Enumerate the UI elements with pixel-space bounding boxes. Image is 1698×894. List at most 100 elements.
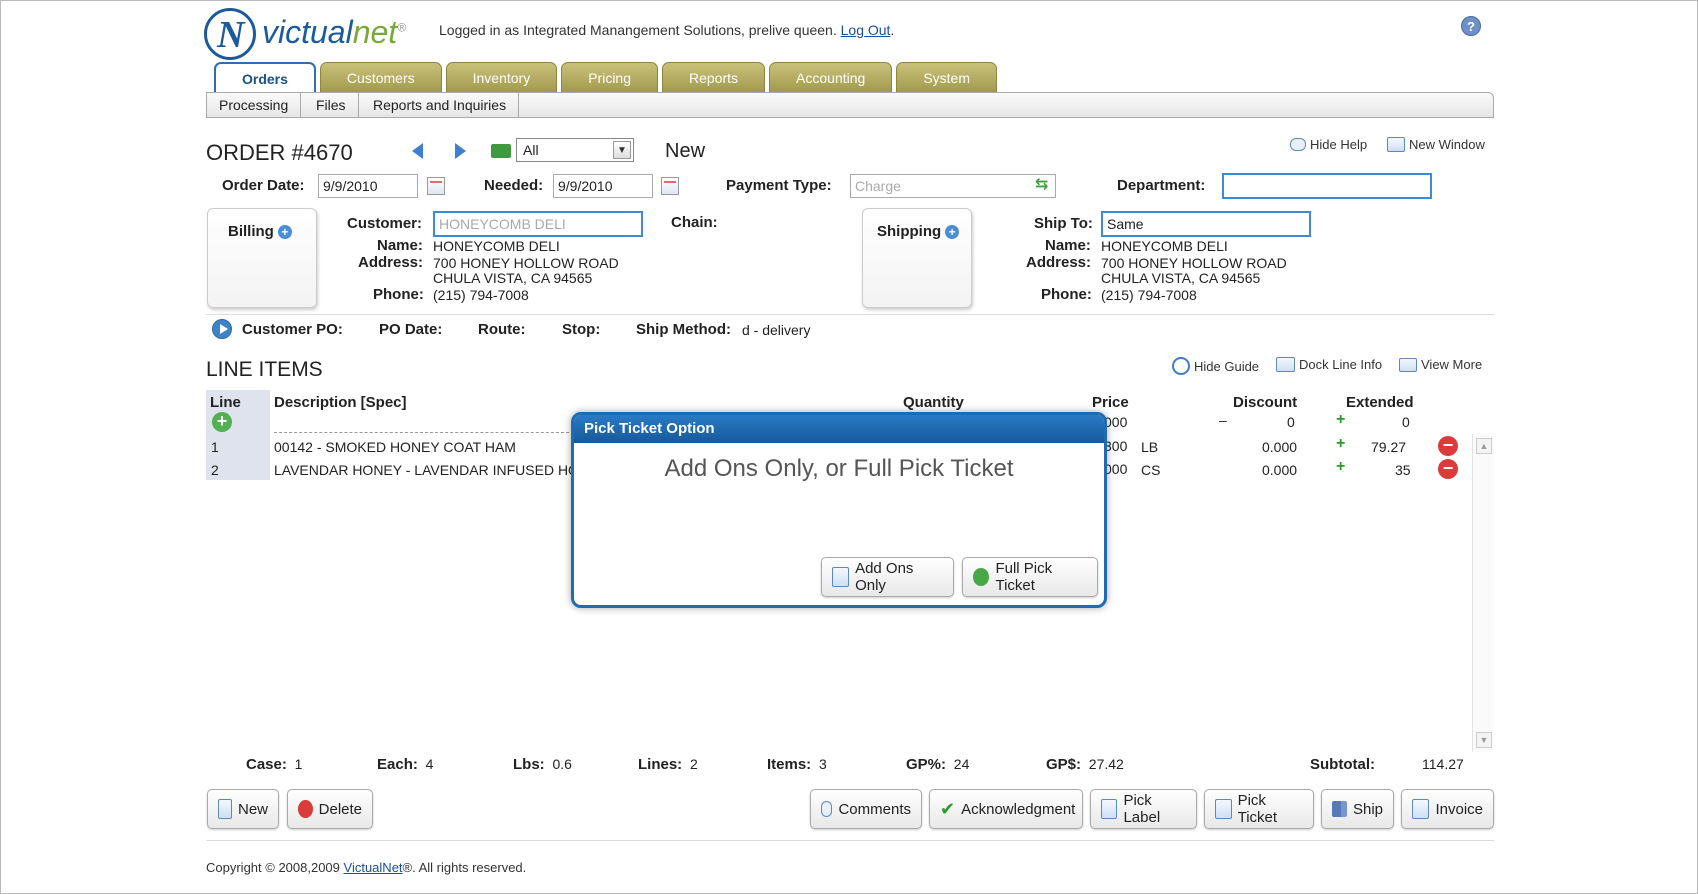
plus-icon[interactable]: +	[1336, 411, 1345, 429]
subtab-reports-inquiries[interactable]: Reports and Inquiries	[361, 93, 520, 117]
hide-guide-label: Hide Guide	[1194, 358, 1260, 374]
next-order-icon[interactable]	[455, 143, 466, 159]
shipping-phone: (215) 794-7008	[1101, 287, 1197, 303]
plus-icon[interactable]: +	[1336, 458, 1345, 476]
divider	[206, 314, 1494, 315]
tab-customers[interactable]: Customers	[319, 62, 442, 92]
tab-inventory[interactable]: Inventory	[445, 62, 558, 92]
plus-icon[interactable]: +	[1336, 435, 1345, 453]
items-label: Items:	[767, 756, 812, 773]
tab-orders[interactable]: Orders	[214, 62, 316, 92]
new-button[interactable]: New	[207, 789, 279, 829]
pick-label-button[interactable]: Pick Label	[1090, 789, 1197, 829]
scroll-down-icon[interactable]: ▼	[1476, 732, 1492, 748]
check-circle-icon	[973, 568, 990, 586]
pick-label-icon	[1101, 799, 1118, 819]
logout-link[interactable]: Log Out	[841, 22, 891, 38]
swap-arrows-icon[interactable]: ⇆	[1035, 176, 1053, 194]
department-input[interactable]	[1222, 173, 1432, 199]
ship-button[interactable]: Ship	[1321, 789, 1394, 829]
footer-divider	[206, 840, 1494, 841]
shipping-name: HONEYCOMB DELI	[1101, 238, 1228, 254]
speech-bubble-icon	[1290, 138, 1306, 151]
tab-reports[interactable]: Reports	[662, 62, 766, 92]
order-title: ORDER #4670	[206, 140, 353, 165]
previous-order-icon[interactable]	[412, 143, 423, 159]
billing-title: Billing +	[228, 223, 292, 240]
new-button-label: New	[237, 800, 268, 818]
tab-system[interactable]: System	[896, 62, 997, 92]
new-row-price[interactable]: 000	[1104, 414, 1127, 430]
order-date-input[interactable]: 9/9/2010	[318, 174, 418, 198]
chevron-down-icon[interactable]: ▼	[613, 141, 631, 159]
view-more-link[interactable]: View More	[1399, 357, 1482, 372]
add-billing-icon[interactable]: +	[277, 225, 292, 240]
sub-navigation: Processing Files Reports and Inquiries	[206, 92, 1494, 118]
billing-title-text: Billing	[228, 223, 274, 240]
acknowledgment-button[interactable]: ✔ Acknowledgment	[929, 789, 1083, 829]
line-items-scrollbar[interactable]: ▲ ▼	[1472, 434, 1494, 752]
row-2-unit: CS	[1141, 462, 1161, 478]
help-icon[interactable]: ?	[1461, 16, 1481, 36]
billing-card[interactable]: Billing +	[207, 208, 317, 308]
payment-type-input[interactable]: Charge	[850, 174, 1056, 198]
acknowledgment-button-label: Acknowledgment	[961, 800, 1076, 818]
lines-label: Lines:	[638, 756, 683, 773]
hide-help-link[interactable]: Hide Help	[1290, 137, 1367, 152]
ship-to-input[interactable]: Same	[1101, 211, 1311, 237]
dock-icon	[1276, 357, 1295, 372]
calendar-icon[interactable]	[661, 177, 679, 195]
row-1-description[interactable]: 00142 - SMOKED HONEY COAT HAM	[274, 439, 516, 455]
subtab-processing[interactable]: Processing	[207, 93, 302, 117]
victualnet-logo[interactable]: N victualnet®	[204, 6, 424, 60]
row-1-price[interactable]: 300	[1104, 438, 1127, 454]
invoice-button[interactable]: Invoice	[1401, 789, 1494, 829]
folder-icon[interactable]	[491, 144, 511, 158]
add-ons-only-button[interactable]: Add Ons Only	[821, 557, 954, 597]
case-label: Case:	[246, 756, 287, 773]
logo-text: victualnet®	[262, 14, 406, 51]
login-text: Logged in as Integrated Manangement Solu…	[439, 22, 837, 38]
tab-pricing[interactable]: Pricing	[561, 62, 658, 92]
row-2-discount[interactable]: 0.000	[1262, 462, 1297, 478]
customer-input[interactable]: HONEYCOMB DELI	[433, 211, 643, 237]
full-pick-ticket-button[interactable]: Full Pick Ticket	[962, 557, 1098, 597]
totals-lbs: Lbs: 0.6	[513, 756, 572, 773]
scroll-up-icon[interactable]: ▲	[1476, 438, 1492, 454]
add-line-icon[interactable]: +	[212, 412, 232, 432]
hide-guide-link[interactable]: Hide Guide	[1172, 357, 1259, 375]
document-icon	[832, 567, 850, 587]
calendar-icon[interactable]	[427, 177, 445, 195]
dock-line-info-link[interactable]: Dock Line Info	[1276, 357, 1382, 372]
new-row-discount[interactable]: 0	[1287, 414, 1295, 430]
shipping-card[interactable]: Shipping +	[862, 208, 972, 308]
order-filter-select[interactable]: All ▼	[516, 138, 634, 162]
col-header-discount: Discount	[1233, 394, 1298, 411]
delete-line-icon[interactable]: −	[1438, 436, 1458, 456]
pick-ticket-button[interactable]: Pick Ticket	[1204, 789, 1314, 829]
new-window-label: New Window	[1409, 137, 1485, 152]
subtab-files[interactable]: Files	[304, 93, 359, 117]
needed-date-input[interactable]: 9/9/2010	[553, 174, 653, 198]
dialog-message: Add Ons Only, or Full Pick Ticket	[664, 455, 1014, 482]
invoice-icon	[1412, 799, 1430, 819]
delete-line-icon[interactable]: −	[1438, 459, 1458, 479]
logo-text-b: net	[352, 14, 398, 50]
row-2-description[interactable]: LAVENDAR HONEY - LAVENDAR INFUSED HON	[274, 462, 589, 478]
add-shipping-icon[interactable]: +	[945, 225, 960, 240]
row-2-price[interactable]: 000	[1104, 461, 1127, 477]
new-window-link[interactable]: New Window	[1387, 137, 1485, 152]
new-window-icon	[1387, 137, 1405, 152]
each-value: 4	[425, 756, 434, 772]
logo-text-a: victual	[262, 14, 353, 50]
victualnet-link[interactable]: VictualNet	[344, 860, 403, 875]
delete-button[interactable]: Delete	[287, 789, 373, 829]
row-1-discount[interactable]: 0.000	[1262, 439, 1297, 455]
shipping-title-text: Shipping	[877, 223, 942, 240]
tab-accounting[interactable]: Accounting	[769, 62, 893, 92]
totals-gp-percent: GP%: 24	[906, 756, 969, 773]
comments-button[interactable]: Comments	[810, 789, 922, 829]
col-header-price: Price	[1092, 394, 1129, 411]
expand-po-icon[interactable]	[212, 319, 232, 339]
row-1-unit: LB	[1141, 439, 1159, 455]
